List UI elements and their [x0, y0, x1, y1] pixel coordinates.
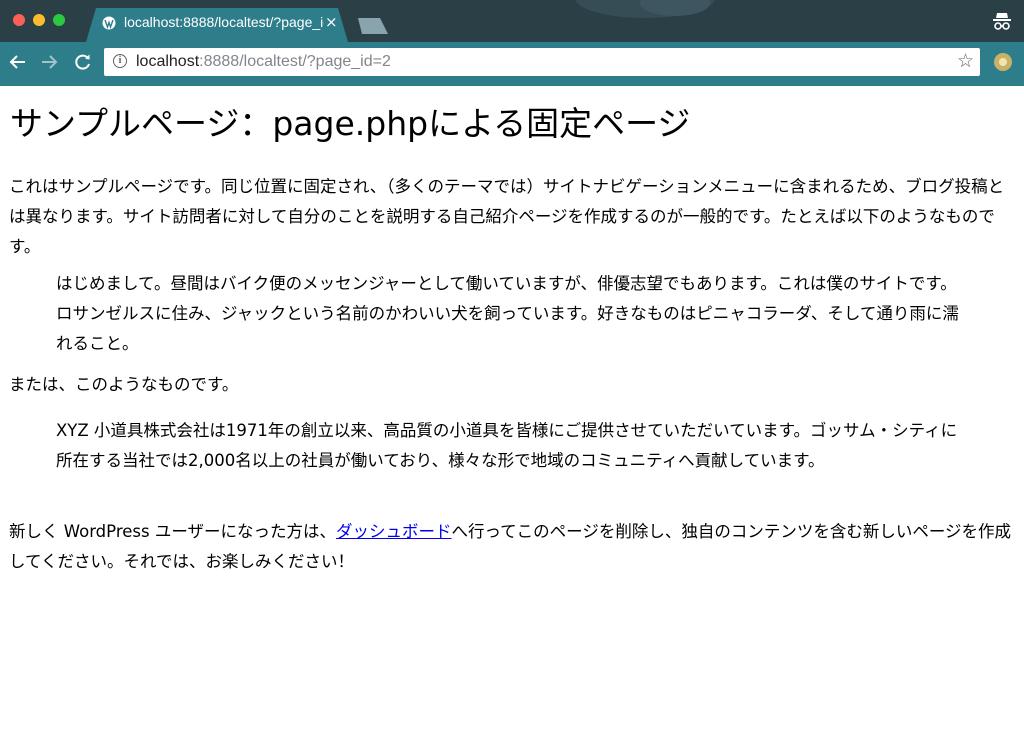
window-minimize-button[interactable] [33, 14, 45, 26]
new-tab-button[interactable] [354, 18, 388, 34]
browser-titlebar: localhost:8888/localtest/?page_id=2 × [0, 0, 1024, 42]
or-paragraph: または、このようなものです。 [9, 375, 239, 394]
reload-icon[interactable] [72, 51, 94, 73]
page-content: サンプルページ：page.phpによる固定ページ これはサンプルページです。同じ… [0, 86, 1024, 735]
blockquote-example-1: はじめまして。昼間はバイク便のメッセンジャーとして働いていますが、俳優志望でもあ… [56, 274, 959, 353]
address-bar[interactable]: i localhost:8888/localtest/?page_id=2 ☆ [104, 48, 980, 76]
browser-toolbar: i localhost:8888/localtest/?page_id=2 ☆ [0, 42, 1024, 82]
outro-paragraph: 新しく WordPress ユーザーになった方は、ダッシュボードへ行ってこのペー… [9, 517, 1014, 577]
intro-paragraph: これはサンプルページです。同じ位置に固定され、（多くのテーマでは）サイトナビゲー… [9, 177, 1005, 256]
wordpress-favicon-icon [102, 16, 116, 30]
blockquote-example-2: XYZ 小道具株式会社は1971年の創立以来、高品質の小道具を皆様にご提供させて… [56, 421, 958, 470]
url-path: :8888/localtest/?page_id=2 [199, 53, 391, 70]
outro-text-before: 新しく WordPress ユーザーになった方は、 [9, 522, 336, 541]
extension-icon[interactable] [994, 53, 1012, 71]
tab-close-icon[interactable]: × [325, 13, 338, 31]
url-host: localhost [136, 53, 200, 70]
page-title: サンプルページ：page.phpによる固定ページ [10, 104, 691, 143]
incognito-icon [992, 10, 1012, 32]
site-info-icon[interactable]: i [113, 54, 127, 68]
dashboard-link[interactable]: ダッシュボード [336, 522, 452, 541]
tab-title: localhost:8888/localtest/?page_id=2 [124, 14, 324, 30]
window-close-button[interactable] [13, 14, 25, 26]
window-maximize-button[interactable] [53, 14, 65, 26]
forward-arrow-icon[interactable] [38, 51, 60, 73]
back-arrow-icon[interactable] [7, 51, 29, 73]
bookmark-star-icon[interactable]: ☆ [957, 50, 974, 72]
address-url[interactable]: localhost:8888/localtest/?page_id=2 [136, 53, 391, 71]
